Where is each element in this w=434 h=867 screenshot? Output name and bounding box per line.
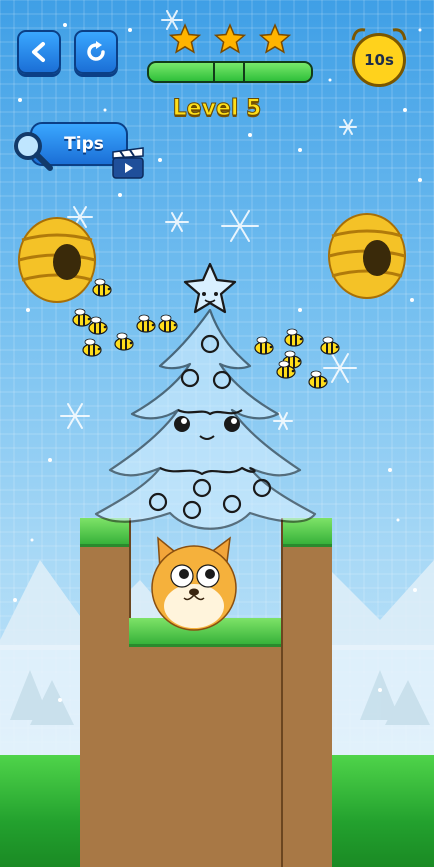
progress-fill [149,63,311,81]
back-button[interactable] [17,30,61,74]
shiba-dog-character[interactable] [146,532,242,632]
video-clapper-icon [112,147,144,179]
level-stars [168,23,292,54]
timer-badge: 10s [351,28,407,87]
restart-icon [87,41,105,61]
back-arrow-icon [32,42,45,62]
level-label: Level 5 [172,96,262,122]
level-progress-bar [147,61,313,83]
restart-button[interactable] [74,30,118,74]
star-icon [258,23,292,54]
alarm-clock-icon [351,28,407,41]
timer-text: 10s [364,51,394,69]
tips-label: Tips [64,134,104,154]
game-stage[interactable]: Level 5 10s Tips [0,0,434,867]
magnifier-icon [14,132,53,171]
star-icon [213,23,247,54]
star-icon [168,23,202,54]
